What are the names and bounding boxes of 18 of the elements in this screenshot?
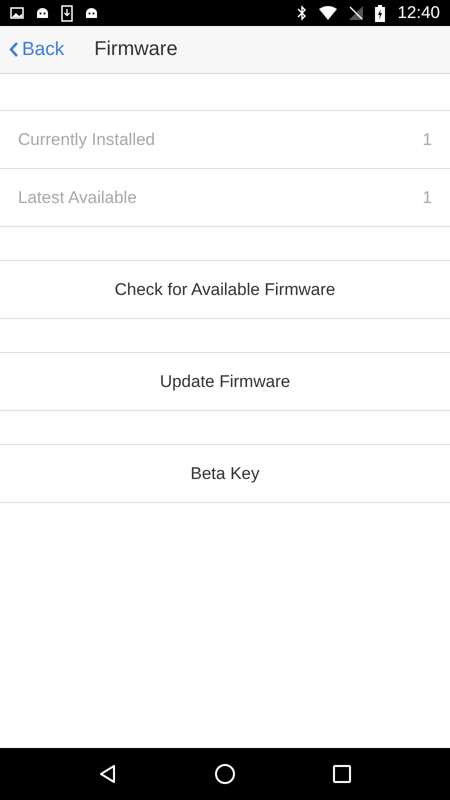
row-label: Latest Available [18, 188, 138, 208]
wifi-icon [319, 6, 338, 20]
no-signal-icon [349, 6, 364, 20]
row-value: 1 [422, 188, 432, 208]
android-icon [85, 7, 98, 19]
download-icon [61, 4, 73, 22]
image-icon [10, 7, 24, 19]
battery-charging-icon [375, 4, 386, 22]
row-label: Currently Installed [18, 130, 156, 150]
bluetooth-icon [297, 5, 308, 21]
clock-time: 12:40 [397, 3, 440, 23]
chevron-left-icon [8, 41, 19, 58]
back-button[interactable]: Back [0, 38, 72, 60]
recents-icon[interactable] [330, 763, 353, 785]
row-value: 1 [422, 130, 432, 150]
android-icon [36, 7, 49, 19]
home-icon[interactable] [214, 763, 236, 785]
screen-title: Firmware [94, 38, 178, 61]
